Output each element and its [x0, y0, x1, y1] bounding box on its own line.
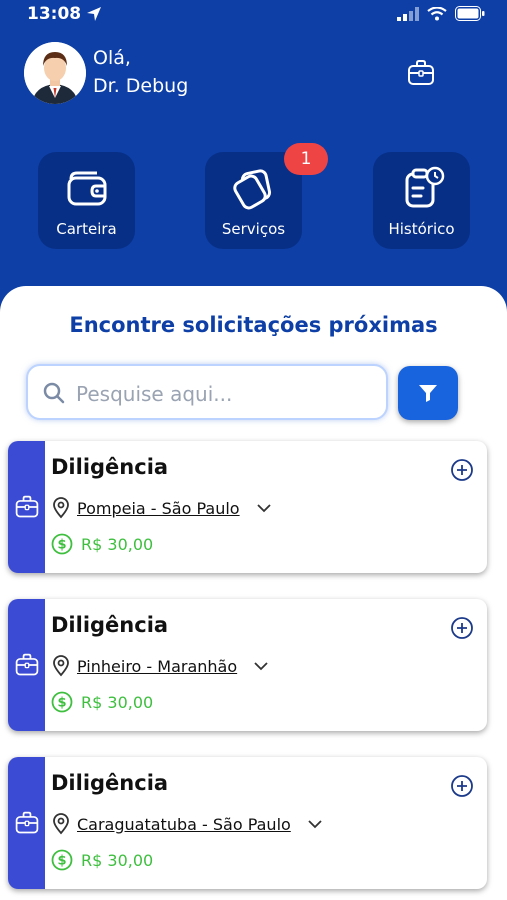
search-input[interactable] [74, 376, 378, 412]
tile-servicos-label: Serviços [221, 220, 286, 238]
card-title: Diligência [51, 455, 169, 479]
cards-icon [232, 169, 271, 210]
card-price: $ R$ 30,00 [51, 533, 153, 555]
svg-text:$: $ [57, 854, 66, 869]
request-card[interactable]: Diligência Caraguatatuba - São Paulo $ R… [8, 757, 487, 889]
chevron-down-icon[interactable] [307, 819, 323, 829]
price-value: R$ 30,00 [81, 534, 154, 554]
dollar-circle-icon: $ [51, 533, 73, 555]
briefcase-button[interactable] [406, 58, 436, 88]
tile-carteira[interactable]: Carteira [38, 152, 135, 249]
card-location[interactable]: Pinheiro - Maranhão [51, 655, 269, 677]
card-price: $ R$ 30,00 [51, 849, 153, 871]
add-button[interactable] [450, 616, 474, 644]
tile-carteira-label: Carteira [56, 220, 117, 238]
location-link[interactable]: Caraguatatuba - São Paulo [77, 815, 291, 834]
search-box[interactable] [26, 364, 388, 420]
wallet-icon [67, 171, 106, 206]
svg-text:$: $ [57, 538, 66, 553]
section-title: Encontre solicitações próximas [69, 313, 438, 337]
avatar[interactable] [24, 42, 86, 104]
location-arrow-icon [86, 6, 102, 26]
plus-circle-icon [451, 459, 473, 481]
map-pin-icon [53, 813, 69, 835]
card-title: Diligência [51, 613, 169, 637]
greeting: Olá, Dr. Debug [93, 44, 188, 100]
map-pin-icon [53, 497, 69, 519]
notification-badge: 1 [284, 143, 328, 175]
card-stripe [8, 757, 45, 889]
card-stripe [8, 441, 45, 573]
card-price: $ R$ 30,00 [51, 691, 153, 713]
price-value: R$ 30,00 [81, 850, 154, 870]
dollar-circle-icon: $ [51, 691, 73, 713]
clipboard-clock-icon [405, 166, 444, 208]
plus-circle-icon [451, 775, 473, 797]
chevron-down-icon[interactable] [256, 503, 272, 513]
request-card[interactable]: Diligência Pompeia - São Paulo $ R$ 30,0… [8, 441, 487, 573]
location-link[interactable]: Pompeia - São Paulo [77, 499, 240, 518]
search-icon [42, 381, 66, 409]
status-time: 13:08 [27, 4, 82, 24]
add-button[interactable] [450, 458, 474, 486]
briefcase-icon [408, 60, 434, 85]
tile-historico-label: Histórico [388, 220, 455, 238]
briefcase-icon [15, 495, 38, 518]
filter-button[interactable] [398, 366, 458, 420]
card-stripe [8, 599, 45, 731]
card-location[interactable]: Caraguatatuba - São Paulo [51, 813, 323, 835]
battery-icon [455, 6, 485, 25]
status-bar: 13:08 [0, 0, 507, 30]
dollar-circle-icon: $ [51, 849, 73, 871]
svg-text:$: $ [57, 696, 66, 711]
signal-icon [397, 6, 419, 25]
tile-historico[interactable]: Histórico [373, 152, 470, 249]
plus-circle-icon [451, 617, 473, 639]
wifi-icon [427, 6, 447, 25]
map-pin-icon [53, 655, 69, 677]
card-location[interactable]: Pompeia - São Paulo [51, 497, 272, 519]
filter-icon [419, 385, 437, 402]
user-name: Dr. Debug [93, 75, 189, 97]
add-button[interactable] [450, 774, 474, 802]
location-link[interactable]: Pinheiro - Maranhão [77, 657, 237, 676]
chevron-down-icon[interactable] [253, 661, 269, 671]
briefcase-icon [15, 811, 38, 834]
card-title: Diligência [51, 771, 169, 795]
request-card[interactable]: Diligência Pinheiro - Maranhão $ R$ 30,0… [8, 599, 487, 731]
greeting-hello: Olá, [93, 47, 131, 69]
briefcase-icon [15, 653, 38, 676]
price-value: R$ 30,00 [81, 692, 154, 712]
